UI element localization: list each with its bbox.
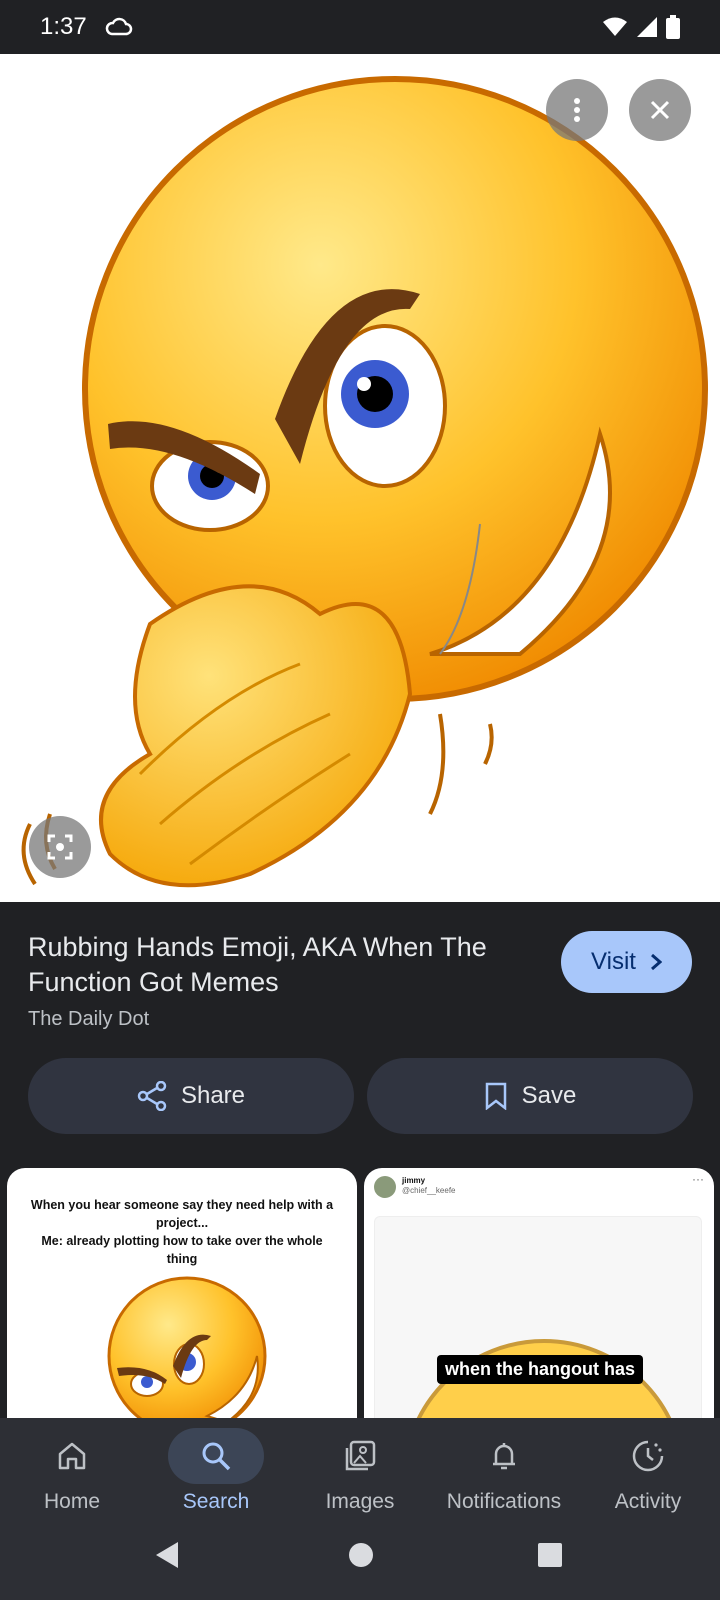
visit-label: Visit xyxy=(591,948,636,975)
share-label: Share xyxy=(180,1082,246,1109)
nav-label: Images xyxy=(325,1490,395,1513)
nav-notifications[interactable]: Notifications xyxy=(432,1418,576,1514)
lens-icon xyxy=(47,834,73,860)
nav-search[interactable]: Search xyxy=(144,1418,288,1514)
close-icon xyxy=(650,100,670,120)
search-icon xyxy=(168,1428,264,1484)
emoji-thumbnail xyxy=(107,1276,267,1418)
recents-icon[interactable] xyxy=(537,1540,563,1570)
nav-label: Activity xyxy=(614,1490,682,1513)
wifi-icon xyxy=(603,17,627,36)
save-label: Save xyxy=(521,1082,577,1109)
more-options-button[interactable] xyxy=(546,79,608,141)
nav-label: Notifications xyxy=(446,1490,562,1513)
nav-activity[interactable]: Activity xyxy=(576,1418,720,1514)
signal-icon xyxy=(637,17,657,37)
tweet-image: when the hangout has xyxy=(374,1216,702,1418)
related-card[interactable]: When you hear someone say they need help… xyxy=(7,1168,357,1418)
status-bar: 1:37 xyxy=(0,0,720,54)
bottom-navigation: Home Search Images Notifications Activit… xyxy=(0,1418,720,1514)
lens-button[interactable] xyxy=(29,816,91,878)
more-horiz-icon: ··· xyxy=(692,1172,704,1186)
close-button[interactable] xyxy=(629,79,691,141)
share-button[interactable]: Share xyxy=(28,1058,354,1134)
tweet-handle: @chief__keefe xyxy=(402,1186,456,1195)
tweet-header: jimmy @chief__keefe xyxy=(374,1176,456,1198)
nav-label: Search xyxy=(182,1490,250,1513)
system-navigation xyxy=(0,1514,720,1600)
images-icon xyxy=(312,1428,408,1484)
nav-images[interactable]: Images xyxy=(288,1418,432,1514)
emoji-image[interactable] xyxy=(0,54,720,902)
result-source: The Daily Dot xyxy=(28,1008,150,1030)
more-vert-icon xyxy=(574,98,580,122)
chevron-right-icon xyxy=(650,953,662,971)
avatar xyxy=(374,1176,396,1198)
meme-label: when the hangout has xyxy=(437,1355,644,1384)
home-circle-icon[interactable] xyxy=(348,1540,374,1570)
meme-caption: When you hear someone say they need help… xyxy=(30,1198,334,1266)
result-title[interactable]: Rubbing Hands Emoji, AKA When The Functi… xyxy=(28,930,548,1000)
status-time: 1:37 xyxy=(40,13,87,40)
status-icons xyxy=(602,15,680,39)
related-results: When you hear someone say they need help… xyxy=(0,1168,720,1418)
cloud-icon xyxy=(105,17,132,36)
home-icon xyxy=(24,1428,120,1484)
activity-icon xyxy=(600,1428,696,1484)
bell-icon xyxy=(456,1428,552,1484)
back-icon[interactable] xyxy=(154,1540,180,1570)
image-viewer[interactable] xyxy=(0,54,720,902)
nav-home[interactable]: Home xyxy=(0,1418,144,1514)
share-icon xyxy=(137,1081,167,1111)
battery-icon xyxy=(666,15,680,39)
related-card[interactable]: jimmy @chief__keefe ··· when the hangout… xyxy=(364,1168,714,1418)
tweet-name: jimmy xyxy=(402,1176,426,1185)
visit-button[interactable]: Visit xyxy=(561,931,692,993)
save-button[interactable]: Save xyxy=(367,1058,693,1134)
nav-label: Home xyxy=(43,1490,101,1513)
bookmark-icon xyxy=(485,1082,506,1110)
